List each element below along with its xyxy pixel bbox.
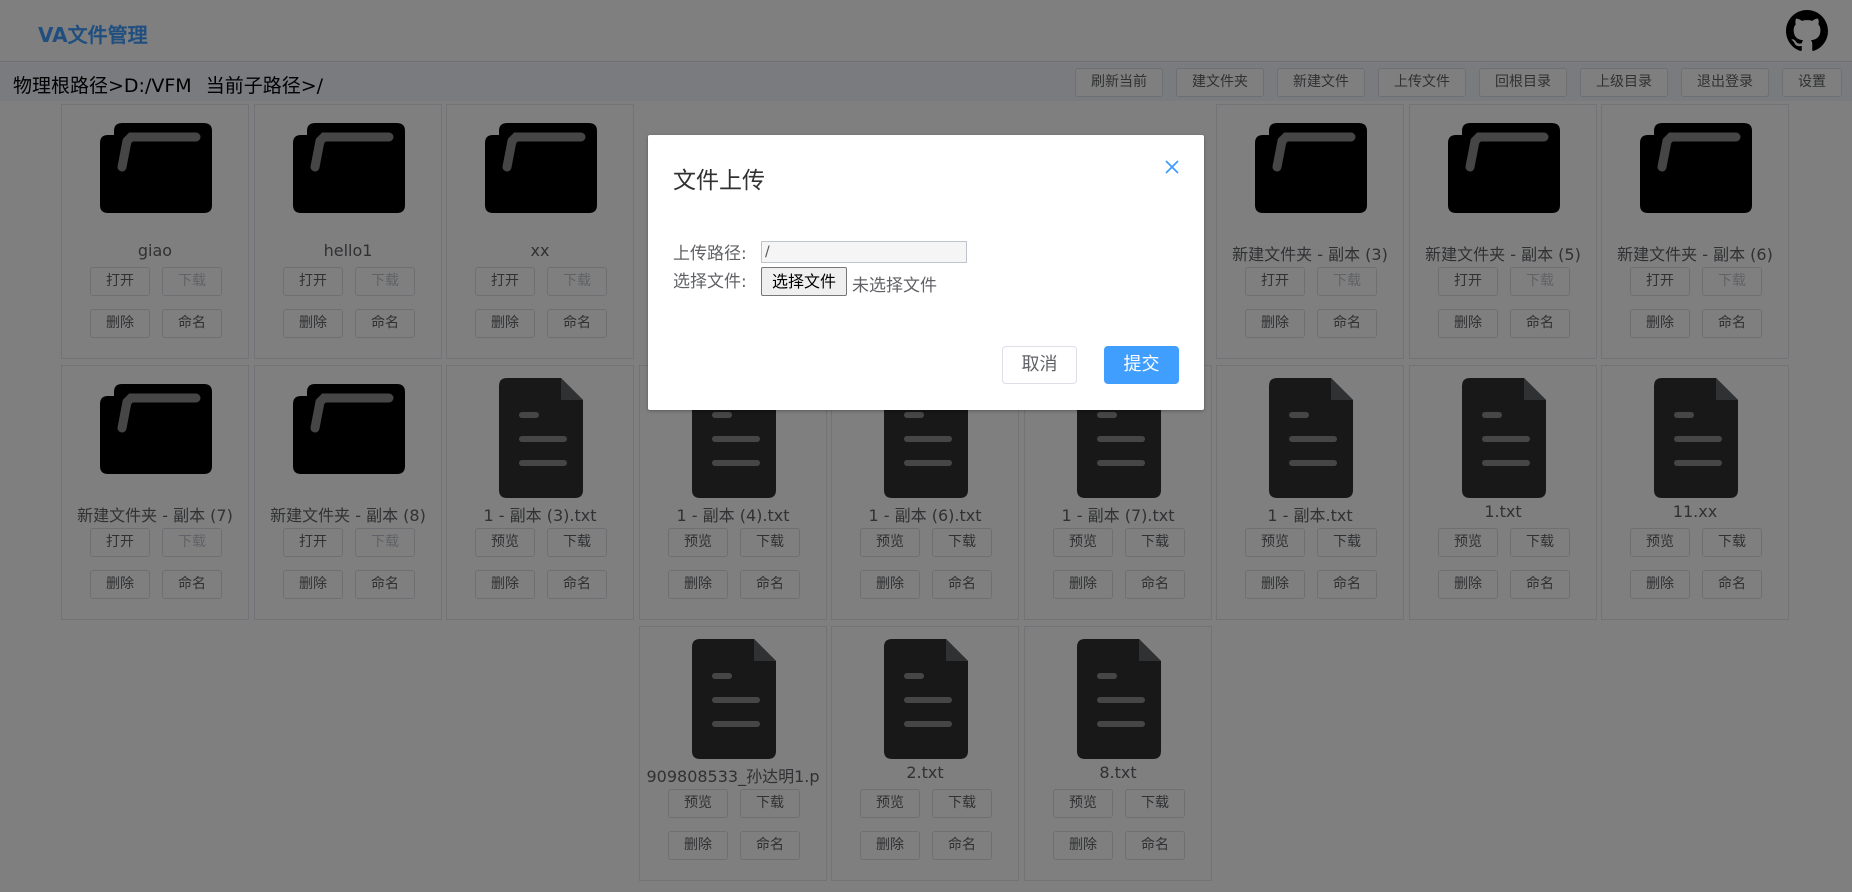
upload-dialog: 文件上传 上传路径: 选择文件: 选择文件 未选择文件 取消 提交: [648, 135, 1204, 410]
submit-button[interactable]: 提交: [1104, 346, 1179, 384]
cancel-button[interactable]: 取消: [1002, 346, 1077, 384]
upload-path-input[interactable]: [761, 241, 967, 263]
no-file-text: 未选择文件: [852, 276, 937, 296]
close-icon[interactable]: [1162, 157, 1182, 177]
modal-overlay[interactable]: [0, 0, 1852, 892]
choose-file-button[interactable]: 选择文件: [761, 267, 847, 296]
dialog-title: 文件上传: [673, 168, 765, 194]
upload-path-label: 上传路径:: [673, 244, 747, 264]
choose-file-label: 选择文件:: [673, 272, 747, 292]
